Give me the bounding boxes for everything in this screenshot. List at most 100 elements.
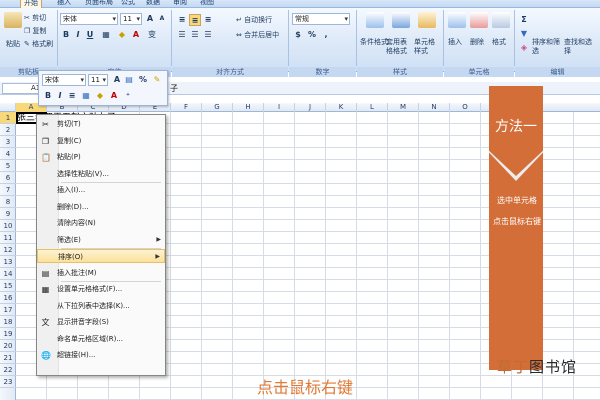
tab-page-layout[interactable]: 页面布局 bbox=[82, 0, 116, 8]
column-header[interactable]: F bbox=[171, 103, 202, 112]
column-header[interactable]: N bbox=[419, 103, 450, 112]
cell-styles-icon[interactable] bbox=[418, 12, 436, 28]
cut-button[interactable]: ✂ 剪切 bbox=[24, 14, 46, 23]
mini-format-icon[interactable]: ▤ bbox=[123, 74, 135, 86]
tab-data[interactable]: 数据 bbox=[143, 0, 163, 8]
mini-borders-icon[interactable]: ▦ bbox=[80, 90, 92, 102]
mini-grow-icon[interactable]: A bbox=[111, 74, 123, 86]
column-header[interactable]: K bbox=[326, 103, 357, 112]
context-menu-item[interactable]: 选择性粘贴(V)... bbox=[37, 167, 165, 181]
row-header[interactable]: 14 bbox=[0, 268, 16, 280]
find-select-button[interactable]: 查找和选择 bbox=[564, 38, 594, 56]
delete-cells-icon[interactable] bbox=[470, 12, 488, 28]
context-menu-item[interactable]: ✂ 剪切(T) bbox=[37, 117, 165, 131]
sort-filter-button[interactable]: 排序和筛选 bbox=[532, 38, 562, 56]
align-middle-icon[interactable]: ≡ bbox=[189, 14, 201, 26]
copy-button[interactable]: ❐ 复制 bbox=[24, 27, 47, 36]
merge-center-button[interactable]: ⇔ 合并后居中 bbox=[236, 31, 279, 40]
row-header[interactable]: 10 bbox=[0, 220, 16, 232]
mini-size-combo[interactable]: 11 bbox=[88, 74, 108, 86]
context-menu-item[interactable]: 插入(I)... bbox=[37, 183, 165, 197]
context-menu-item[interactable]: 排序(O) ▶ bbox=[37, 249, 165, 263]
mini-font-color-icon[interactable]: A bbox=[108, 90, 120, 102]
mini-percent-icon[interactable]: % bbox=[137, 74, 149, 86]
align-right-icon[interactable]: ☰ bbox=[202, 29, 214, 41]
context-menu-item[interactable]: 📋 粘贴(P) bbox=[37, 150, 165, 164]
mini-font-combo[interactable]: 宋体 bbox=[42, 74, 86, 86]
context-menu-item[interactable]: 清除内容(N) bbox=[37, 216, 165, 230]
conditional-format-button[interactable]: 条件格式 bbox=[360, 38, 388, 47]
clear-icon[interactable]: ◈ bbox=[518, 42, 530, 54]
comma-button[interactable]: , bbox=[320, 29, 332, 41]
conditional-format-icon[interactable] bbox=[366, 12, 384, 28]
row-header[interactable]: 6 bbox=[0, 172, 16, 184]
row-header[interactable]: 18 bbox=[0, 316, 16, 328]
row-header[interactable]: 19 bbox=[0, 328, 16, 340]
tab-home[interactable]: 开始 bbox=[20, 0, 42, 8]
font-name-combo[interactable]: 宋体 bbox=[60, 13, 118, 25]
row-header[interactable]: 20 bbox=[0, 340, 16, 352]
mini-decimal-icon[interactable]: ⁺ bbox=[122, 90, 134, 102]
wrap-text-button[interactable]: ↵ 自动换行 bbox=[236, 16, 272, 25]
row-header[interactable]: 12 bbox=[0, 244, 16, 256]
column-header[interactable]: H bbox=[233, 103, 264, 112]
mini-bold-button[interactable]: B bbox=[42, 90, 54, 102]
insert-cells-button[interactable]: 插入 bbox=[448, 38, 462, 47]
row-header[interactable]: 7 bbox=[0, 184, 16, 196]
grow-font-button[interactable]: A bbox=[144, 13, 156, 25]
align-center-icon[interactable]: ☰ bbox=[189, 29, 201, 41]
context-menu-item[interactable]: 命名单元格区域(R)... bbox=[37, 332, 165, 346]
italic-button[interactable]: I bbox=[72, 29, 84, 41]
format-painter-button[interactable]: ✎ 格式刷 bbox=[24, 40, 53, 49]
underline-button[interactable]: U bbox=[84, 29, 96, 41]
percent-button[interactable]: % bbox=[306, 29, 318, 41]
paste-icon[interactable] bbox=[4, 12, 22, 28]
table-format-button[interactable]: 套用表格格式 bbox=[386, 38, 412, 56]
tab-formulas[interactable]: 公式 bbox=[118, 0, 138, 8]
autosum-icon[interactable]: Σ bbox=[518, 14, 530, 26]
row-header[interactable]: 21 bbox=[0, 352, 16, 364]
mini-fill-icon[interactable]: ◆ bbox=[94, 90, 106, 102]
row-header[interactable]: 16 bbox=[0, 292, 16, 304]
mini-painter-icon[interactable]: ✎ bbox=[151, 74, 163, 86]
column-header[interactable]: I bbox=[264, 103, 295, 112]
phonetic-button[interactable]: 变 bbox=[146, 29, 158, 41]
row-header[interactable]: 9 bbox=[0, 208, 16, 220]
tab-review[interactable]: 审阅 bbox=[170, 0, 190, 8]
context-menu-item[interactable]: 删除(D)... bbox=[37, 200, 165, 214]
row-header[interactable]: 17 bbox=[0, 304, 16, 316]
tab-insert[interactable]: 插入 bbox=[54, 0, 74, 8]
align-bottom-icon[interactable]: ≡ bbox=[202, 14, 214, 26]
row-header[interactable]: 11 bbox=[0, 232, 16, 244]
insert-cells-icon[interactable] bbox=[448, 12, 466, 28]
row-header[interactable]: 4 bbox=[0, 148, 16, 160]
format-cells-button[interactable]: 格式 bbox=[492, 38, 506, 47]
context-menu-item[interactable]: ❐ 复制(C) bbox=[37, 134, 165, 148]
row-header[interactable]: 22 bbox=[0, 364, 16, 376]
context-menu-item[interactable]: 从下拉列表中选择(K)... bbox=[37, 299, 165, 313]
mini-italic-button[interactable]: I bbox=[54, 90, 66, 102]
row-header[interactable]: 3 bbox=[0, 136, 16, 148]
select-all-corner[interactable] bbox=[0, 103, 16, 112]
column-header[interactable]: G bbox=[202, 103, 233, 112]
column-header[interactable]: L bbox=[357, 103, 388, 112]
context-menu-item[interactable]: ▤ 插入批注(M) bbox=[37, 266, 165, 280]
row-header[interactable]: 8 bbox=[0, 196, 16, 208]
context-menu-item[interactable]: 🌐 超链接(H)... bbox=[37, 348, 165, 362]
mini-align-button[interactable]: ≡ bbox=[66, 90, 78, 102]
row-header[interactable]: 5 bbox=[0, 160, 16, 172]
number-format-combo[interactable]: 常规 bbox=[292, 13, 350, 25]
font-size-combo[interactable]: 11 bbox=[120, 13, 142, 25]
context-menu-item[interactable]: ▦ 设置单元格格式(F)... bbox=[37, 282, 165, 296]
row-header[interactable]: 2 bbox=[0, 124, 16, 136]
currency-button[interactable]: $ bbox=[292, 29, 304, 41]
column-header[interactable]: O bbox=[450, 103, 481, 112]
bold-button[interactable]: B bbox=[60, 29, 72, 41]
paste-button[interactable]: 粘贴 bbox=[6, 40, 20, 49]
column-header[interactable]: M bbox=[388, 103, 419, 112]
row-header[interactable]: 13 bbox=[0, 256, 16, 268]
align-left-icon[interactable]: ☰ bbox=[176, 29, 188, 41]
row-header[interactable]: 1 bbox=[0, 112, 16, 124]
fill-icon[interactable]: ▼ bbox=[518, 28, 530, 40]
context-menu-item[interactable]: 筛选(E) ▶ bbox=[37, 233, 165, 247]
